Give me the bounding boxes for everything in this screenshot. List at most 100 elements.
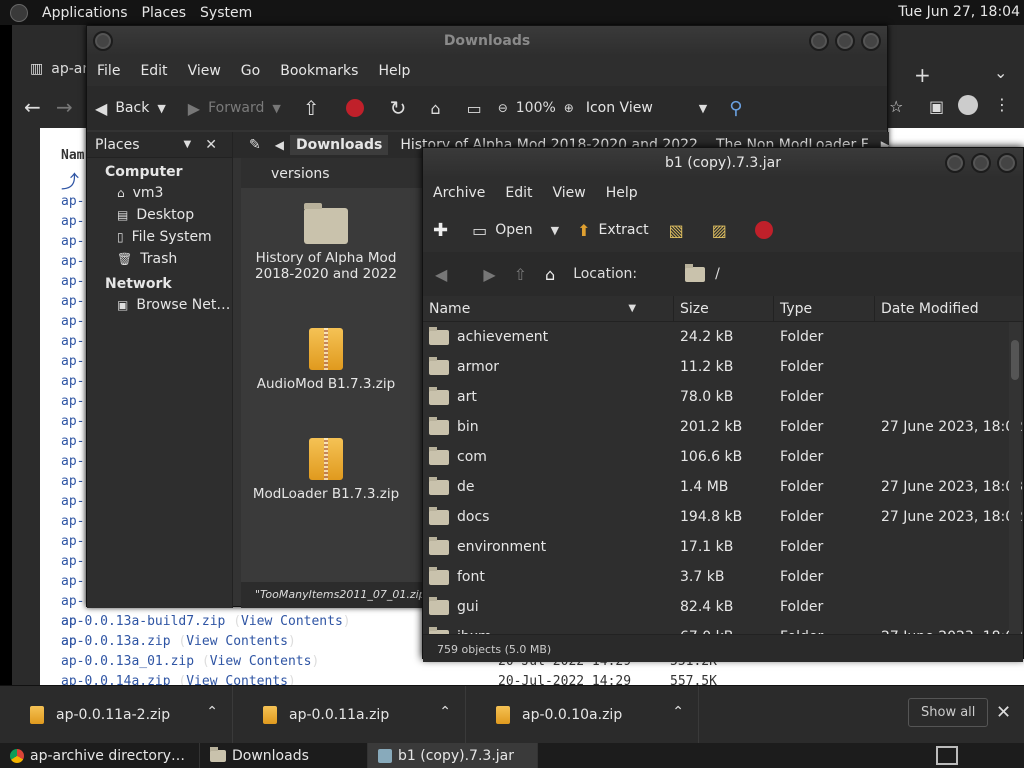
link-fragment[interactable]: ap- [61, 412, 84, 432]
minimize-icon[interactable] [945, 153, 965, 173]
link-fragment[interactable]: ap- [61, 272, 84, 292]
close-icon[interactable]: ✕ [996, 702, 1011, 723]
edit-location-icon[interactable]: ✎ [249, 137, 261, 153]
dropdown-arrow-icon[interactable]: ▼ [272, 102, 280, 115]
link-fragment[interactable]: ap- [61, 452, 84, 472]
link-fragment[interactable]: ap- [61, 592, 84, 612]
maximize-icon[interactable] [835, 31, 855, 51]
home-icon[interactable]: ⌂ [545, 265, 555, 284]
column-type[interactable]: Type [774, 296, 875, 321]
view-contents-link[interactable]: View Contents [186, 634, 288, 649]
link-fragment[interactable]: ap- [61, 212, 84, 232]
parent-dir-icon[interactable]: ⤴ [61, 168, 79, 194]
menu-view[interactable]: View [178, 63, 231, 79]
zoom-out-icon[interactable]: ⊖ [498, 101, 508, 115]
link-fragment[interactable]: ap- [61, 312, 84, 332]
workspace-switcher-icon[interactable] [936, 746, 958, 765]
new-tab-icon[interactable]: + [914, 63, 931, 87]
close-icon[interactable]: ✕ [205, 137, 217, 153]
scrollbar-thumb[interactable] [1011, 340, 1019, 380]
download-item[interactable]: ap-0.0.11a.zip ⌃ [233, 685, 466, 744]
kebab-menu-icon[interactable]: ⋮ [994, 95, 1010, 114]
menu-places[interactable]: Places [142, 5, 187, 21]
link-fragment[interactable]: ap- [61, 232, 84, 252]
menu-bookmarks[interactable]: Bookmarks [270, 63, 368, 79]
link-fragment[interactable]: ap- [61, 432, 84, 452]
table-row[interactable]: ibxm 67.0 kB Folder 27 June 2023, 18:03 [423, 622, 1023, 634]
sidebar-item-desktop[interactable]: ▤ Desktop [87, 204, 232, 226]
chevron-up-icon[interactable]: ⌃ [206, 704, 218, 720]
sidebar-item-trash[interactable]: 🗑 Trash [87, 248, 232, 270]
column-name[interactable]: Name ▼ [423, 296, 674, 321]
menu-help[interactable]: Help [596, 185, 648, 201]
table-row[interactable]: bin 201.2 kB Folder 27 June 2023, 18:02 [423, 412, 1023, 442]
gnome-foot-icon[interactable] [10, 3, 28, 22]
window-titlebar[interactable]: b1 (copy).7.3.jar [423, 148, 1023, 178]
file-link[interactable]: ap-0.0.13a_01.zip [61, 654, 194, 669]
link-fragment[interactable]: ap- [61, 472, 84, 492]
menu-help[interactable]: Help [368, 63, 420, 79]
table-row[interactable]: art 78.0 kB Folder [423, 382, 1023, 412]
table-row[interactable]: achievement 24.2 kB Folder [423, 322, 1023, 352]
column-date[interactable]: Date Modified [875, 296, 1021, 321]
menu-view[interactable]: View [543, 185, 596, 201]
computer-icon[interactable]: ▭ [467, 99, 482, 118]
browser-tab[interactable]: ▥ ap-ar [30, 61, 88, 77]
path-segment[interactable]: Downloads [289, 135, 389, 155]
show-all-button[interactable]: Show all [908, 698, 989, 727]
table-row[interactable]: gui 82.4 kB Folder [423, 592, 1023, 622]
location-field[interactable]: / [685, 263, 720, 282]
back-arrow-icon[interactable]: ← [24, 95, 41, 119]
table-row[interactable]: de 1.4 MB Folder 27 June 2023, 18:03 [423, 472, 1023, 502]
file-item-zip[interactable]: AudioMod B1.7.3.zip [241, 328, 411, 392]
clock[interactable]: Tue Jun 27, 18:04 [898, 4, 1020, 20]
close-icon[interactable] [861, 31, 881, 51]
task-downloads[interactable]: Downloads [200, 743, 368, 768]
task-browser[interactable]: ap-archive directory… [0, 743, 200, 768]
link-fragment[interactable]: ap- [61, 352, 84, 372]
star-icon[interactable]: ☆ [889, 97, 903, 116]
column-size[interactable]: Size [674, 296, 774, 321]
stop-icon[interactable] [754, 221, 773, 239]
chevron-up-icon[interactable]: ⌃ [672, 704, 684, 720]
link-fragment[interactable]: ap- [61, 532, 84, 552]
maximize-icon[interactable] [971, 153, 991, 173]
view-contents-link[interactable]: View Contents [241, 614, 343, 629]
add-folder-icon[interactable]: ▨ [712, 221, 727, 240]
link-fragment[interactable]: ap- [61, 252, 84, 272]
extract-button[interactable]: ⬆ Extract [577, 221, 649, 240]
menu-edit[interactable]: Edit [495, 185, 542, 201]
link-fragment[interactable]: ap- [61, 552, 84, 572]
table-row[interactable]: docs 194.8 kB Folder 27 June 2023, 18:02 [423, 502, 1023, 532]
up-arrow-icon[interactable]: ⇧ [514, 265, 527, 284]
sidebar-item-vm3[interactable]: ⌂ vm3 [87, 182, 232, 204]
name-column-header[interactable]: Nam [61, 148, 84, 163]
scrollbar[interactable] [1009, 322, 1021, 634]
file-link[interactable]: ap-0.0.13a-build7.zip [61, 614, 225, 629]
minimize-icon[interactable] [809, 31, 829, 51]
path-scroll-left-icon[interactable]: ◀ [275, 138, 284, 152]
window-titlebar[interactable]: Downloads [87, 26, 887, 56]
sidebar-header[interactable]: Places ▼ ✕ [87, 132, 232, 158]
back-arrow-icon[interactable]: ◀ [435, 265, 447, 284]
link-fragment[interactable]: ap- [61, 192, 84, 212]
menu-system[interactable]: System [200, 5, 252, 21]
table-row[interactable]: font 3.7 kB Folder [423, 562, 1023, 592]
file-item-folder[interactable]: History of Alpha Mod 2018-2020 and 2022 [241, 203, 411, 282]
zoom-in-icon[interactable]: ⊕ [564, 101, 574, 115]
stop-icon[interactable] [345, 99, 364, 117]
file-link[interactable]: ap-0.0.13a.zip [61, 634, 171, 649]
table-row[interactable]: armor 11.2 kB Folder [423, 352, 1023, 382]
menu-file[interactable]: File [87, 63, 130, 79]
link-fragment[interactable]: ap- [61, 512, 84, 532]
close-icon[interactable] [997, 153, 1017, 173]
link-fragment[interactable]: ap- [61, 492, 84, 512]
link-fragment[interactable]: ap- [61, 332, 84, 352]
task-archive[interactable]: b1 (copy).7.3.jar [368, 743, 538, 768]
link-fragment[interactable]: ap- [61, 292, 84, 312]
new-archive-icon[interactable]: ✚ [433, 220, 448, 241]
menu-edit[interactable]: Edit [130, 63, 177, 79]
download-item[interactable]: ap-0.0.10a.zip ⌃ [466, 685, 699, 744]
window-menu-icon[interactable] [93, 31, 113, 51]
home-icon[interactable]: ⌂ [430, 99, 440, 118]
